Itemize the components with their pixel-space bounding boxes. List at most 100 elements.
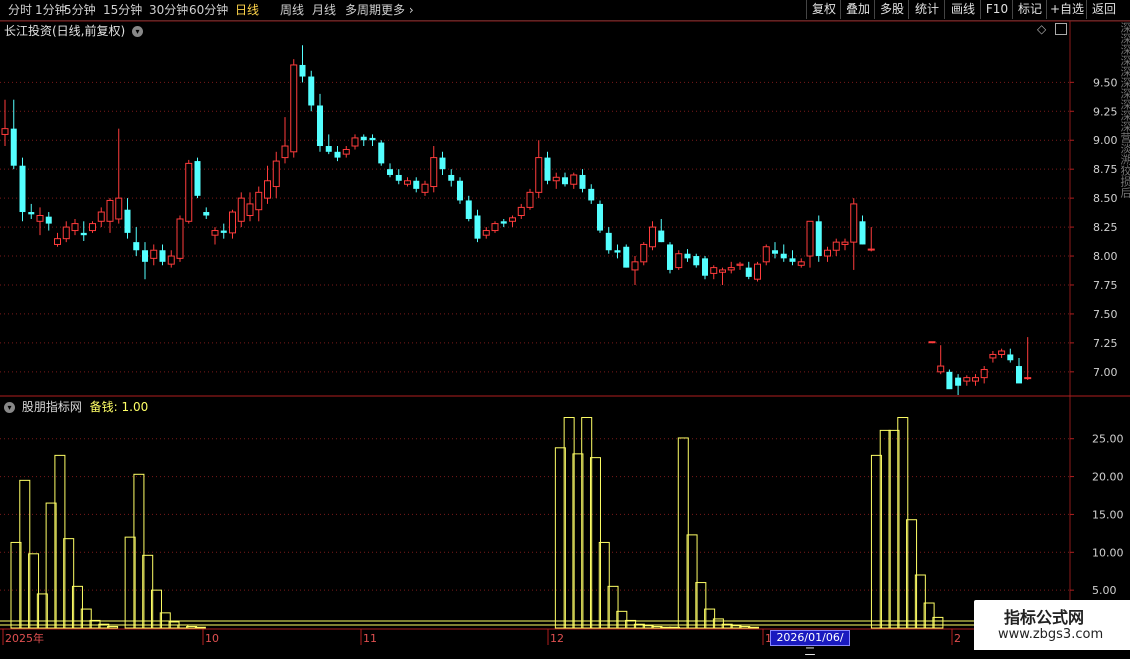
stock-title[interactable]: 长江投资(日线,前复权) ▾ — [4, 22, 144, 39]
candle-body — [290, 64, 298, 153]
stock-chart[interactable]: 7.00 7.25 7.50 7.75 8.00 8.25 8.50 8.75 9.00 9.25… — [0, 0, 1130, 650]
indicator-bar — [616, 610, 628, 629]
candle-body — [54, 238, 61, 245]
candle-body — [255, 191, 263, 211]
toolbar-button-6[interactable]: 标记 — [1012, 0, 1047, 19]
toolbar-button-0[interactable]: 复权 — [806, 0, 841, 19]
indicator-bar — [168, 621, 180, 629]
candle-body — [299, 64, 306, 77]
candle-body — [281, 145, 289, 159]
toolbar-button-2[interactable]: 多股 — [874, 0, 909, 19]
period-tab-3[interactable]: 15分钟 — [103, 2, 142, 18]
period-tab-4[interactable]: 30分钟 — [149, 2, 188, 18]
candle-body — [850, 203, 858, 243]
price-tick-label: 8.50 — [1093, 192, 1118, 205]
panel-toggle-icon[interactable] — [1055, 23, 1067, 35]
candle-body — [780, 253, 787, 259]
candle-body — [684, 253, 691, 259]
chevron-down-icon[interactable]: ▾ — [4, 402, 15, 413]
indicator-bar — [177, 624, 189, 629]
price-tick-label: 9.00 — [1093, 134, 1118, 147]
indicator-tick-label: 20.00 — [1092, 471, 1124, 484]
candle-body — [772, 250, 778, 254]
candle-body — [115, 197, 123, 220]
indicator-name: 股朋指标网 — [21, 400, 82, 414]
candle-body — [517, 206, 525, 217]
candle-body — [194, 161, 201, 196]
candle-body — [989, 353, 997, 359]
candle-body — [631, 261, 639, 271]
watermark-url: www.zbgs3.com — [998, 627, 1104, 642]
toolbar-button-8[interactable]: 返回 — [1086, 0, 1121, 19]
price-tick-label: 9.50 — [1093, 76, 1118, 89]
candle-body — [106, 199, 114, 222]
toolbar-button-1[interactable]: 叠加 — [840, 0, 875, 19]
candle-body — [220, 230, 227, 233]
candle-body — [867, 248, 875, 251]
candle-body — [465, 200, 472, 219]
candle-body — [562, 177, 568, 185]
period-tab-2[interactable]: 5分钟 — [64, 2, 96, 18]
candle-body — [211, 230, 219, 236]
x-axis-label: 12 — [550, 632, 564, 645]
indicator-bar — [914, 574, 926, 629]
candle-body — [19, 165, 26, 213]
indicator-bar — [642, 625, 654, 629]
candle-body — [509, 217, 516, 222]
period-tab-6[interactable]: 日线 — [235, 2, 259, 18]
candle-body — [797, 261, 805, 266]
indicator-bar — [89, 619, 101, 629]
candle-body — [841, 241, 849, 245]
period-toolbar: 分时 1分钟 5分钟 15分钟 30分钟 60分钟 日线 周线 月线 多周期 更多 › 复权 叠加 多股统… — [0, 0, 1130, 21]
candle-body — [806, 220, 814, 257]
indicator-bar — [879, 429, 891, 629]
candle-body — [946, 371, 953, 390]
indicator-tick-label: 5.00 — [1092, 584, 1117, 597]
candle-body — [526, 191, 534, 208]
candle-body — [552, 176, 560, 182]
candle-body — [150, 249, 158, 259]
candle-body — [133, 242, 140, 251]
period-tab-8[interactable]: 月线 — [312, 2, 336, 18]
watermark-title: 指标公式网 — [1004, 608, 1085, 627]
indicator-bar — [581, 417, 593, 629]
period-tab-0[interactable]: 分时 — [8, 2, 32, 18]
candle-body — [97, 211, 105, 222]
candle-body — [482, 230, 490, 236]
indicator-value: 1.00 — [121, 400, 149, 414]
diamond-icon[interactable]: ◇ — [1037, 22, 1046, 36]
candle-body — [727, 267, 735, 271]
candle-body — [457, 180, 463, 201]
period-tab-1[interactable]: 1分钟 — [35, 2, 67, 18]
indicator-bar — [906, 519, 918, 629]
candle-body — [535, 157, 543, 193]
period-tab-5[interactable]: 60分钟 — [189, 2, 228, 18]
candle-body — [824, 249, 831, 257]
period-tab-9[interactable]: 多周期 — [345, 2, 381, 18]
candle-body — [719, 269, 726, 273]
price-tick-label: 8.25 — [1093, 221, 1118, 234]
toolbar-button-4[interactable]: 画线 — [944, 0, 981, 19]
candle-body — [500, 221, 507, 224]
indicator-bar — [739, 625, 751, 629]
period-tab-7[interactable]: 周线 — [280, 2, 304, 18]
indicator-bar — [63, 538, 75, 629]
indicator-bar — [704, 608, 716, 629]
indicator-bar — [28, 553, 40, 629]
toolbar-button-5[interactable]: F10 — [980, 0, 1013, 19]
toolbar-button-3[interactable]: 统计 — [908, 0, 945, 19]
indicator-bar — [80, 608, 92, 629]
toolbar-button-7[interactable]: +自选 — [1046, 0, 1087, 19]
watermark: 指标公式网 www.zbgs3.com — [974, 600, 1130, 650]
candle-body — [859, 221, 866, 245]
indicator-title[interactable]: ▾ 股朋指标网 备钱: 1.00 — [4, 398, 148, 415]
period-tab-10[interactable]: 更多 › — [381, 2, 414, 18]
indicator-bar — [625, 619, 637, 629]
candle-body — [832, 241, 840, 251]
indicator-bar — [19, 479, 31, 629]
indicator-bar — [107, 625, 119, 629]
candle-body — [736, 263, 744, 266]
chevron-down-icon[interactable]: ▾ — [132, 26, 144, 37]
candle-body — [693, 256, 700, 266]
candle-body — [387, 169, 393, 175]
